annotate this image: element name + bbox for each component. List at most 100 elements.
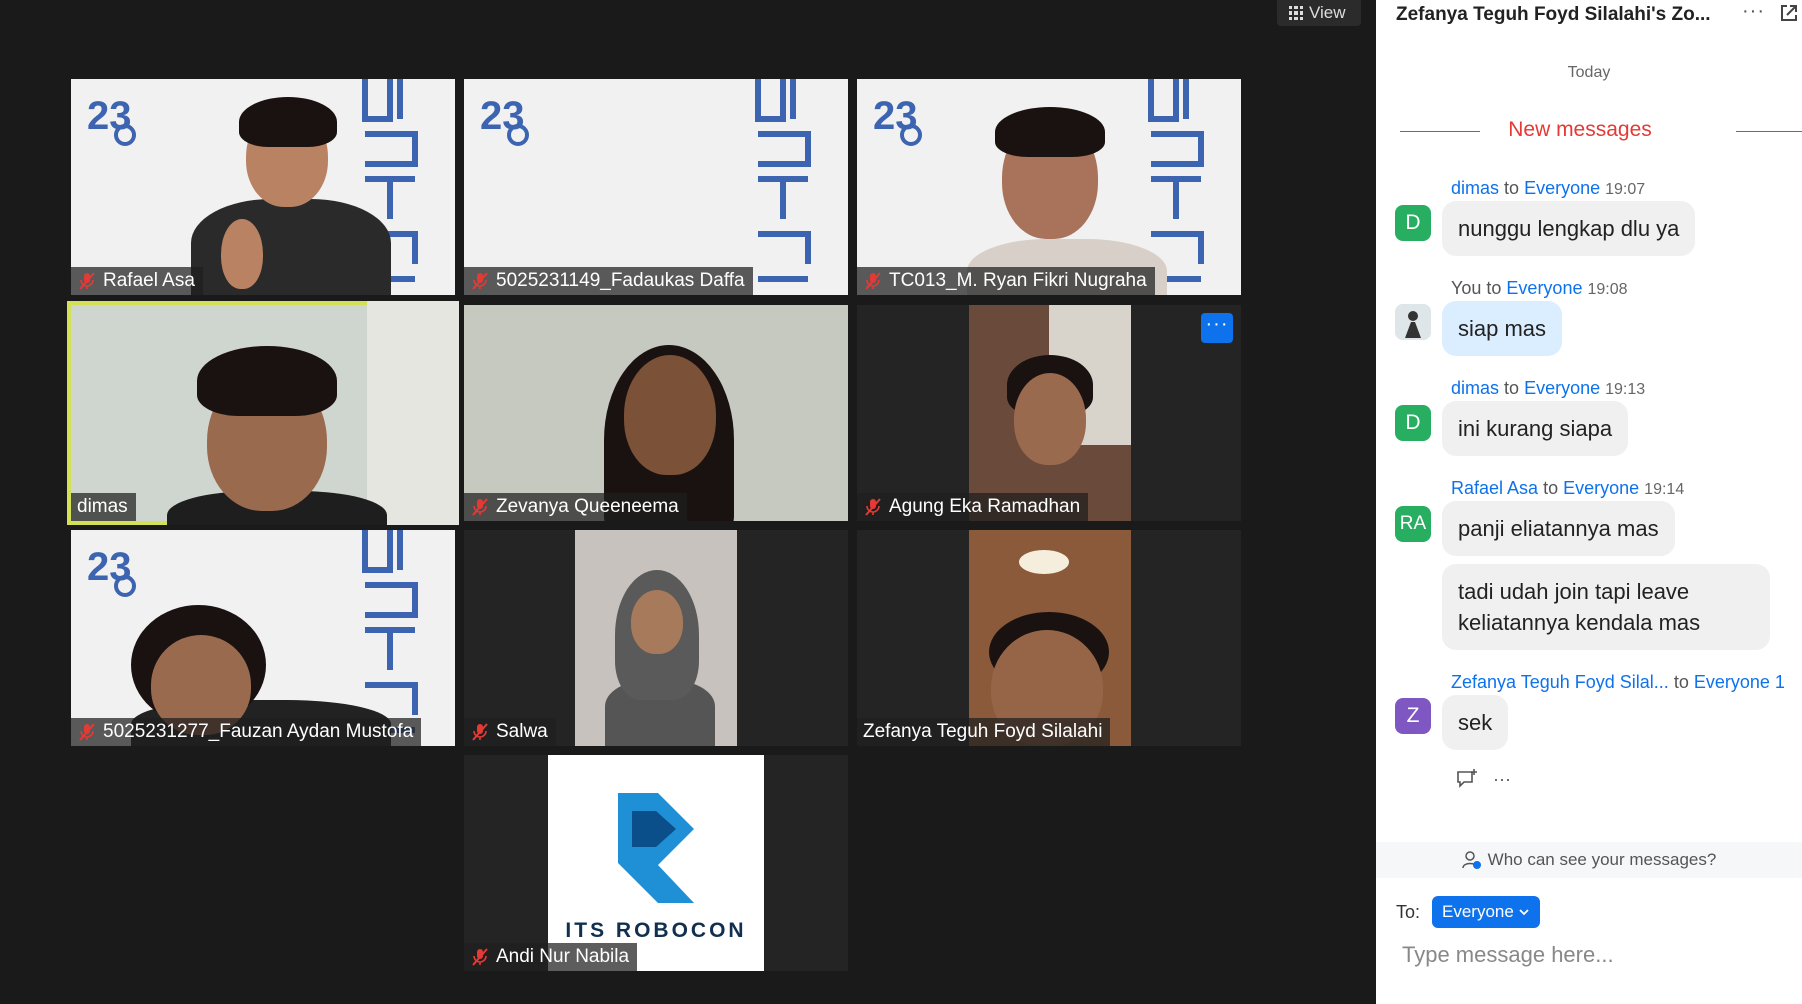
participant-name: TC013_M. Ryan Fikri Nugraha <box>889 270 1147 291</box>
message-bubble[interactable]: tadi udah join tapi leave keliatannya ke… <box>1442 564 1770 650</box>
participant-name: 5025231149_Fadaukas Daffa <box>496 270 745 291</box>
participant-name: Salwa <box>496 721 548 742</box>
video-tile-andi[interactable]: ITS ROBOCON Andi Nur Nabila <box>464 755 848 971</box>
robocon-mark-icon <box>618 793 694 903</box>
avatar[interactable]: Z <box>1395 698 1431 734</box>
message-time: 1 <box>1774 672 1785 692</box>
avatar[interactable]: D <box>1395 205 1431 241</box>
video-tile-zefanya[interactable]: Zefanya Teguh Foyd Silalahi <box>857 530 1241 746</box>
video-tile-fadaukas[interactable]: 23 5025231149_Fadaukas Daffa <box>464 79 848 295</box>
participant-name-bar: Salwa <box>464 718 556 746</box>
message-sender[interactable]: dimas <box>1451 178 1499 198</box>
participant-name-bar: 5025231149_Fadaukas Daffa <box>464 267 753 295</box>
chat-panel: Zefanya Teguh Foyd Silalahi's Zo... ··· … <box>1376 0 1802 1004</box>
svg-text:23: 23 <box>87 545 132 589</box>
event-logo-icon: 23 <box>873 94 922 146</box>
message-bubble[interactable]: panji eliatannya mas <box>1442 501 1675 556</box>
participant-name-bar: TC013_M. Ryan Fikri Nugraha <box>857 267 1155 295</box>
privacy-notice[interactable]: Who can see your messages? <box>1376 842 1802 878</box>
video-tile-agung[interactable]: ··· Agung Eka Ramadhan <box>857 305 1241 521</box>
message-input[interactable] <box>1402 942 1782 968</box>
message-time: 19:13 <box>1605 381 1646 398</box>
message-bubble[interactable]: siap mas <box>1442 301 1563 356</box>
privacy-person-icon <box>1461 851 1481 869</box>
event-banner-graphic <box>755 79 811 282</box>
message-bubble[interactable]: nunggu lengkap dlu ya <box>1442 201 1696 256</box>
chat-header: Zefanya Teguh Foyd Silalahi's Zo... ··· <box>1376 0 1802 30</box>
message-header: dimas to Everyone 19:13 <box>1451 378 1645 399</box>
message-header: dimas to Everyone 19:07 <box>1451 178 1645 199</box>
participant-name: dimas <box>77 496 128 517</box>
message-to: to <box>1673 672 1689 692</box>
video-tile-fauzan[interactable]: 23 5025231277_Fauzan Aydan Mustofa <box>71 530 455 746</box>
mic-muted-icon <box>470 271 490 291</box>
message-header: Zefanya Teguh Foyd Silal... to Everyone … <box>1451 672 1785 693</box>
participant-video <box>575 530 737 746</box>
message-sender[interactable]: Zefanya Teguh Foyd Silal... <box>1451 672 1669 692</box>
avatar[interactable] <box>1395 304 1431 340</box>
participant-name: Zefanya Teguh Foyd Silalahi <box>863 721 1103 742</box>
participant-name-bar: Andi Nur Nabila <box>464 943 638 971</box>
grid-icon <box>1289 6 1303 20</box>
message-sender[interactable]: dimas <box>1451 378 1499 398</box>
message-time: 19:08 <box>1587 281 1628 298</box>
message-bubble[interactable]: sek <box>1442 695 1509 750</box>
video-tile-zevanya[interactable]: Zevanya Queeneema <box>464 305 848 521</box>
robocon-logo: ITS ROBOCON <box>548 755 764 971</box>
chat-more-button[interactable]: ··· <box>1742 0 1765 23</box>
mic-muted-icon <box>470 947 490 967</box>
participant-name-bar: Agung Eka Ramadhan <box>857 493 1089 521</box>
event-logo-icon: 23 <box>87 545 136 597</box>
recipient-dropdown[interactable]: Everyone <box>1432 896 1540 928</box>
message-to: to <box>1504 178 1520 198</box>
message-time: 19:14 <box>1644 481 1685 498</box>
message-sender[interactable]: Rafael Asa <box>1451 478 1538 498</box>
participant-name: Agung Eka Ramadhan <box>889 496 1081 517</box>
video-gallery: View 23 Rafael Asa 23 5025231149_Fadauka… <box>0 0 1376 1004</box>
svg-text:23: 23 <box>873 94 918 138</box>
participant-name: Andi Nur Nabila <box>496 946 630 967</box>
mic-muted-icon <box>77 271 97 291</box>
message-recipient[interactable]: Everyone <box>1524 178 1600 198</box>
message-to: to <box>1504 378 1520 398</box>
popout-icon[interactable] <box>1778 2 1800 24</box>
more-actions-button[interactable]: ··· <box>1493 769 1511 790</box>
mic-muted-icon <box>470 722 490 742</box>
chevron-down-icon <box>1519 909 1529 916</box>
avatar[interactable]: D <box>1395 405 1431 441</box>
participant-name: Rafael Asa <box>103 270 195 291</box>
view-button[interactable]: View <box>1277 0 1361 26</box>
add-reaction-icon[interactable] <box>1455 768 1479 790</box>
video-tile-ryan[interactable]: 23 TC013_M. Ryan Fikri Nugraha <box>857 79 1241 295</box>
message-header: You to Everyone 19:08 <box>1451 278 1628 299</box>
message-time: 19:07 <box>1605 181 1646 198</box>
date-divider: Today <box>1567 64 1611 81</box>
profile-photo-icon <box>1395 304 1431 340</box>
message-recipient[interactable]: Everyone <box>1563 478 1639 498</box>
mic-muted-icon <box>77 722 97 742</box>
video-tile-rafael[interactable]: 23 Rafael Asa <box>71 79 455 295</box>
event-logo-icon: 23 <box>480 94 529 146</box>
tile-more-button[interactable]: ··· <box>1201 313 1233 343</box>
svg-text:23: 23 <box>87 94 132 138</box>
mic-muted-icon <box>863 497 883 517</box>
new-messages-divider: New messages <box>1400 118 1802 148</box>
privacy-notice-label: Who can see your messages? <box>1487 850 1717 869</box>
mic-muted-icon <box>470 497 490 517</box>
robocon-text: ITS ROBOCON <box>565 919 747 942</box>
video-tile-dimas[interactable]: dimas <box>67 301 459 525</box>
message-to: to <box>1543 478 1559 498</box>
participant-video <box>969 305 1131 521</box>
participant-name: Zevanya Queeneema <box>496 496 679 517</box>
message-recipient[interactable]: Everyone <box>1524 378 1600 398</box>
new-messages-label: New messages <box>1508 118 1652 141</box>
message-recipient[interactable]: Everyone <box>1506 278 1582 298</box>
participant-name-bar: Zevanya Queeneema <box>464 493 687 521</box>
message-recipient[interactable]: Everyone <box>1694 672 1770 692</box>
avatar[interactable]: RA <box>1395 506 1431 542</box>
message-actions: ··· <box>1455 768 1511 790</box>
message-bubble[interactable]: ini kurang siapa <box>1442 401 1629 456</box>
participant-video <box>969 530 1131 746</box>
participant-name-bar: Zefanya Teguh Foyd Silalahi <box>857 718 1111 746</box>
video-tile-salwa[interactable]: Salwa <box>464 530 848 746</box>
